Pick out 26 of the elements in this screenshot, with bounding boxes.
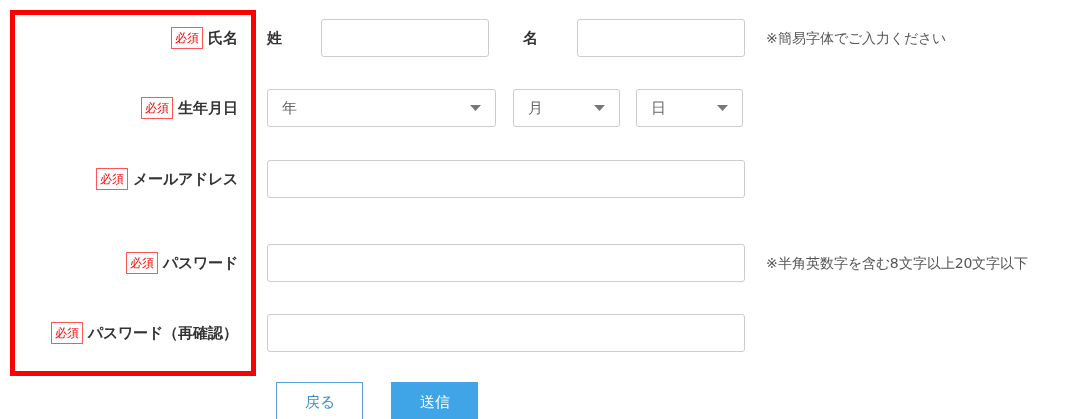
text-input[interactable]: [577, 19, 745, 57]
required-badge: 必須: [51, 322, 83, 344]
field-label: 生年月日: [178, 97, 238, 119]
required-badge: 必須: [171, 27, 203, 49]
dropdown[interactable]: 月: [513, 89, 620, 127]
field-label: パスワード（再確認）: [88, 322, 238, 344]
text-input[interactable]: [267, 160, 745, 198]
required-badge: 必須: [126, 252, 158, 274]
back-button[interactable]: 戻る: [276, 382, 363, 419]
required-badge: 必須: [141, 97, 173, 119]
hint-text: ※半角英数字を含む8文字以上20文字以下: [766, 253, 1029, 273]
required-badge: 必須: [96, 168, 128, 190]
name-part-label: 名: [523, 27, 539, 49]
text-input[interactable]: [321, 19, 489, 57]
field-label: パスワード: [163, 252, 238, 274]
dropdown[interactable]: 日: [636, 89, 743, 127]
hint-text: ※簡易字体でご入力ください: [766, 28, 946, 48]
caret-icon: [470, 105, 481, 111]
name-part-label: 姓: [267, 27, 283, 49]
field-label: メールアドレス: [133, 168, 238, 190]
caret-icon: [717, 105, 728, 111]
dropdown[interactable]: 年: [267, 89, 496, 127]
text-input[interactable]: [267, 244, 745, 282]
text-input[interactable]: [267, 314, 745, 352]
caret-icon: [594, 105, 605, 111]
field-label: 氏名: [208, 27, 238, 49]
